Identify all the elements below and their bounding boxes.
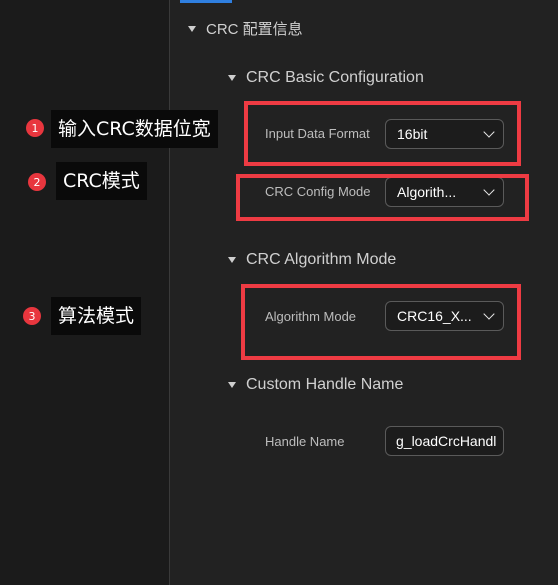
highlight-box-input-format — [244, 101, 521, 166]
annotation-label-1: 输入CRC数据位宽 — [51, 110, 218, 148]
annotation-badge-1: 1 — [26, 119, 44, 137]
annotation-badge-2: 2 — [28, 173, 46, 191]
crc-config-section-header[interactable]: CRC 配置信息 — [188, 18, 303, 39]
collapse-caret-icon — [228, 382, 236, 388]
custom-handle-section-header[interactable]: Custom Handle Name — [228, 376, 403, 394]
annotation-badge-3: 3 — [23, 307, 41, 325]
basic-config-section-header[interactable]: CRC Basic Configuration — [228, 69, 424, 87]
basic-config-section-title: CRC Basic Configuration — [246, 69, 424, 86]
left-blank-area — [0, 0, 169, 585]
collapse-caret-icon — [188, 25, 196, 32]
handle-name-label: Handle Name — [265, 434, 345, 449]
collapse-caret-icon — [228, 75, 236, 81]
highlight-box-config-mode — [236, 174, 529, 221]
collapse-caret-icon — [228, 257, 236, 263]
annotation-label-3: 算法模式 — [51, 297, 142, 335]
highlight-box-algorithm-mode — [241, 284, 521, 360]
handle-name-input[interactable] — [385, 426, 504, 456]
custom-handle-section-title: Custom Handle Name — [246, 376, 404, 393]
crc-config-section-title: CRC 配置信息 — [206, 21, 303, 38]
annotation-label-2: CRC模式 — [56, 162, 147, 200]
algorithm-mode-section-title: CRC Algorithm Mode — [246, 251, 397, 268]
algorithm-mode-section-header[interactable]: CRC Algorithm Mode — [228, 251, 396, 269]
active-tab-indicator — [180, 0, 232, 3]
